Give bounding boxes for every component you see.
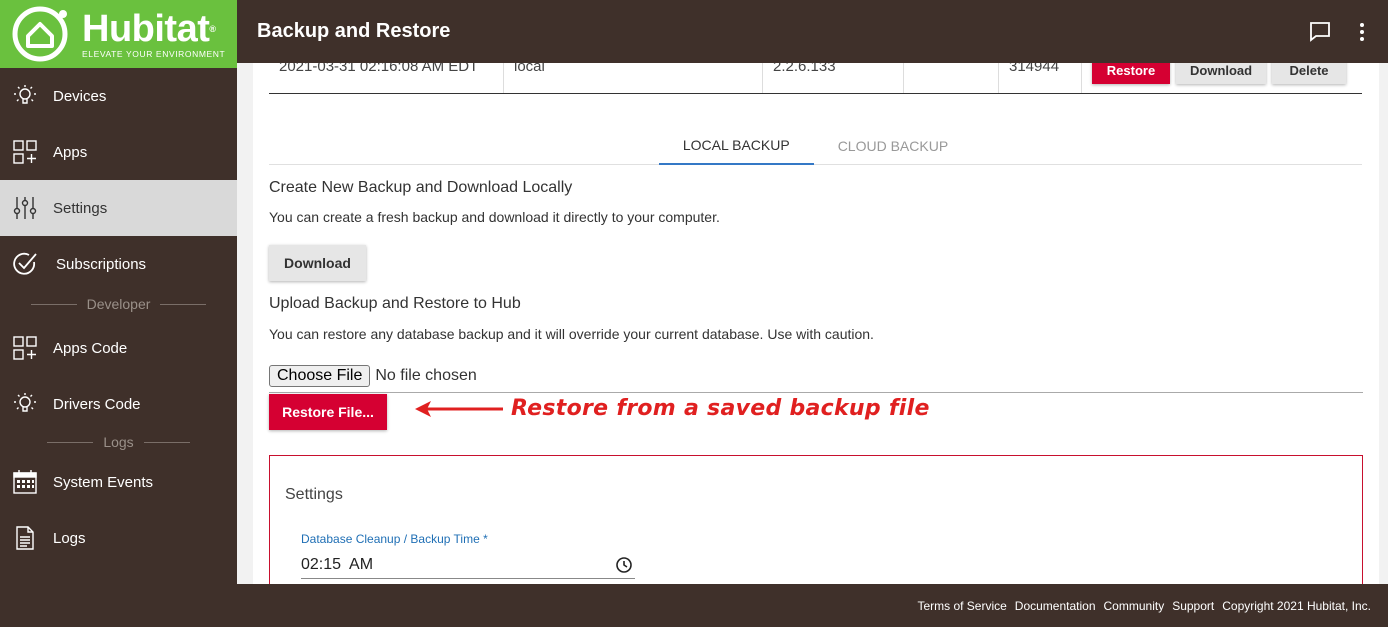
sidebar-item-label: Devices bbox=[53, 87, 107, 105]
sidebar-item-system-events[interactable]: System Events bbox=[0, 454, 237, 510]
settings-card: Settings Database Cleanup / Backup Time … bbox=[269, 455, 1363, 584]
sidebar-item-logs[interactable]: Logs bbox=[0, 510, 237, 566]
create-backup-heading: Create New Backup and Download Locally bbox=[269, 179, 573, 196]
sidebar-item-label: Settings bbox=[53, 199, 108, 217]
sidebar-item-apps[interactable]: Apps bbox=[0, 124, 237, 180]
footer-link-support[interactable]: Support bbox=[1172, 599, 1214, 613]
red-arrow-icon bbox=[415, 400, 503, 417]
sidebar-item-label: Apps bbox=[53, 143, 88, 161]
bulb-icon bbox=[12, 83, 38, 109]
tab-cloud-backup[interactable]: CLOUD BACKUP bbox=[814, 126, 972, 165]
divider bbox=[269, 392, 1363, 393]
footer-copyright: Copyright 2021 Hubitat, Inc. bbox=[1222, 598, 1371, 613]
apps-grid-icon bbox=[12, 139, 38, 165]
file-input: Choose File No file chosen bbox=[269, 365, 477, 387]
sidebar-item-label: System Events bbox=[53, 473, 154, 491]
sidebar-item-subscriptions[interactable]: Subscriptions bbox=[0, 236, 237, 292]
bulb-icon bbox=[12, 391, 38, 417]
backup-version: 2.2.6.133 bbox=[763, 63, 904, 93]
document-icon bbox=[12, 525, 38, 551]
clock-icon[interactable] bbox=[615, 556, 633, 574]
sidebar-item-devices[interactable]: Devices bbox=[0, 68, 237, 124]
logs-label: Logs bbox=[103, 434, 134, 450]
backup-time-input[interactable]: 02:15 AM bbox=[301, 552, 635, 579]
sliders-icon bbox=[12, 195, 38, 221]
calendar-icon bbox=[12, 469, 38, 495]
create-backup-description: You can create a fresh backup and downlo… bbox=[269, 209, 720, 225]
backup-size: 314944 bbox=[999, 63, 1082, 93]
sidebar-item-apps-code[interactable]: Apps Code bbox=[0, 320, 237, 376]
footer-link-community[interactable]: Community bbox=[1104, 599, 1165, 613]
no-file-chosen-text: No file chosen bbox=[375, 367, 477, 384]
footer-link-documentation[interactable]: Documentation bbox=[1015, 599, 1096, 613]
sidebar: Hubitat® ELEVATE YOUR ENVIRONMENT Device… bbox=[0, 0, 237, 627]
restore-backup-button[interactable]: Restore bbox=[1092, 63, 1170, 84]
sidebar-item-label: Logs bbox=[53, 529, 86, 547]
backup-time-label: Database Cleanup / Backup Time * bbox=[301, 532, 488, 546]
annotation-callout: Restore from a saved backup file bbox=[413, 396, 930, 421]
table-row: 2021-03-31 02:16:08 AM EDT local 2.2.6.1… bbox=[269, 63, 1362, 94]
choose-file-button[interactable]: Choose File bbox=[269, 365, 371, 387]
chat-icon[interactable] bbox=[1308, 20, 1332, 44]
main-panel: 2021-03-31 02:16:08 AM EDT local 2.2.6.1… bbox=[253, 63, 1379, 584]
backup-tabs: LOCAL BACKUP CLOUD BACKUP bbox=[269, 126, 1362, 165]
sidebar-item-settings[interactable]: Settings bbox=[0, 180, 237, 236]
check-circle-icon bbox=[12, 251, 38, 277]
upload-backup-description: You can restore any database backup and … bbox=[269, 326, 874, 342]
brand-name: Hubitat® bbox=[82, 7, 216, 50]
annotation-text: Restore from a saved backup file bbox=[511, 396, 930, 421]
backup-date: 2021-03-31 02:16:08 AM EDT bbox=[269, 63, 504, 93]
house-logo-icon bbox=[12, 6, 68, 62]
delete-backup-button[interactable]: Delete bbox=[1272, 63, 1346, 84]
sidebar-item-label: Subscriptions bbox=[56, 255, 147, 273]
backup-type: local bbox=[504, 63, 763, 93]
developer-label: Developer bbox=[86, 296, 151, 312]
download-new-backup-button[interactable]: Download bbox=[269, 245, 366, 281]
apps-grid-icon bbox=[12, 335, 38, 361]
download-backup-button[interactable]: Download bbox=[1176, 63, 1266, 84]
footer: Terms of Service Documentation Community… bbox=[237, 584, 1388, 627]
page-title: Backup and Restore bbox=[257, 20, 451, 42]
sidebar-item-label: Drivers Code bbox=[53, 395, 141, 413]
footer-link-terms[interactable]: Terms of Service bbox=[917, 599, 1006, 613]
developer-divider: Developer bbox=[0, 294, 237, 314]
top-bar: Backup and Restore bbox=[237, 0, 1388, 63]
more-vert-icon[interactable] bbox=[1350, 20, 1374, 44]
backup-time-value: 02:15 AM bbox=[301, 556, 374, 573]
sidebar-item-label: Apps Code bbox=[53, 339, 128, 357]
sidebar-item-drivers-code[interactable]: Drivers Code bbox=[0, 376, 237, 432]
hubitat-logo[interactable]: Hubitat® ELEVATE YOUR ENVIRONMENT bbox=[0, 0, 237, 68]
brand-tagline: ELEVATE YOUR ENVIRONMENT bbox=[82, 48, 226, 59]
logs-divider: Logs bbox=[0, 432, 237, 452]
tab-local-backup[interactable]: LOCAL BACKUP bbox=[658, 126, 814, 165]
upload-backup-heading: Upload Backup and Restore to Hub bbox=[269, 295, 521, 312]
restore-file-button[interactable]: Restore File... bbox=[269, 394, 387, 430]
backup-extra bbox=[904, 63, 999, 93]
settings-title: Settings bbox=[285, 486, 343, 503]
